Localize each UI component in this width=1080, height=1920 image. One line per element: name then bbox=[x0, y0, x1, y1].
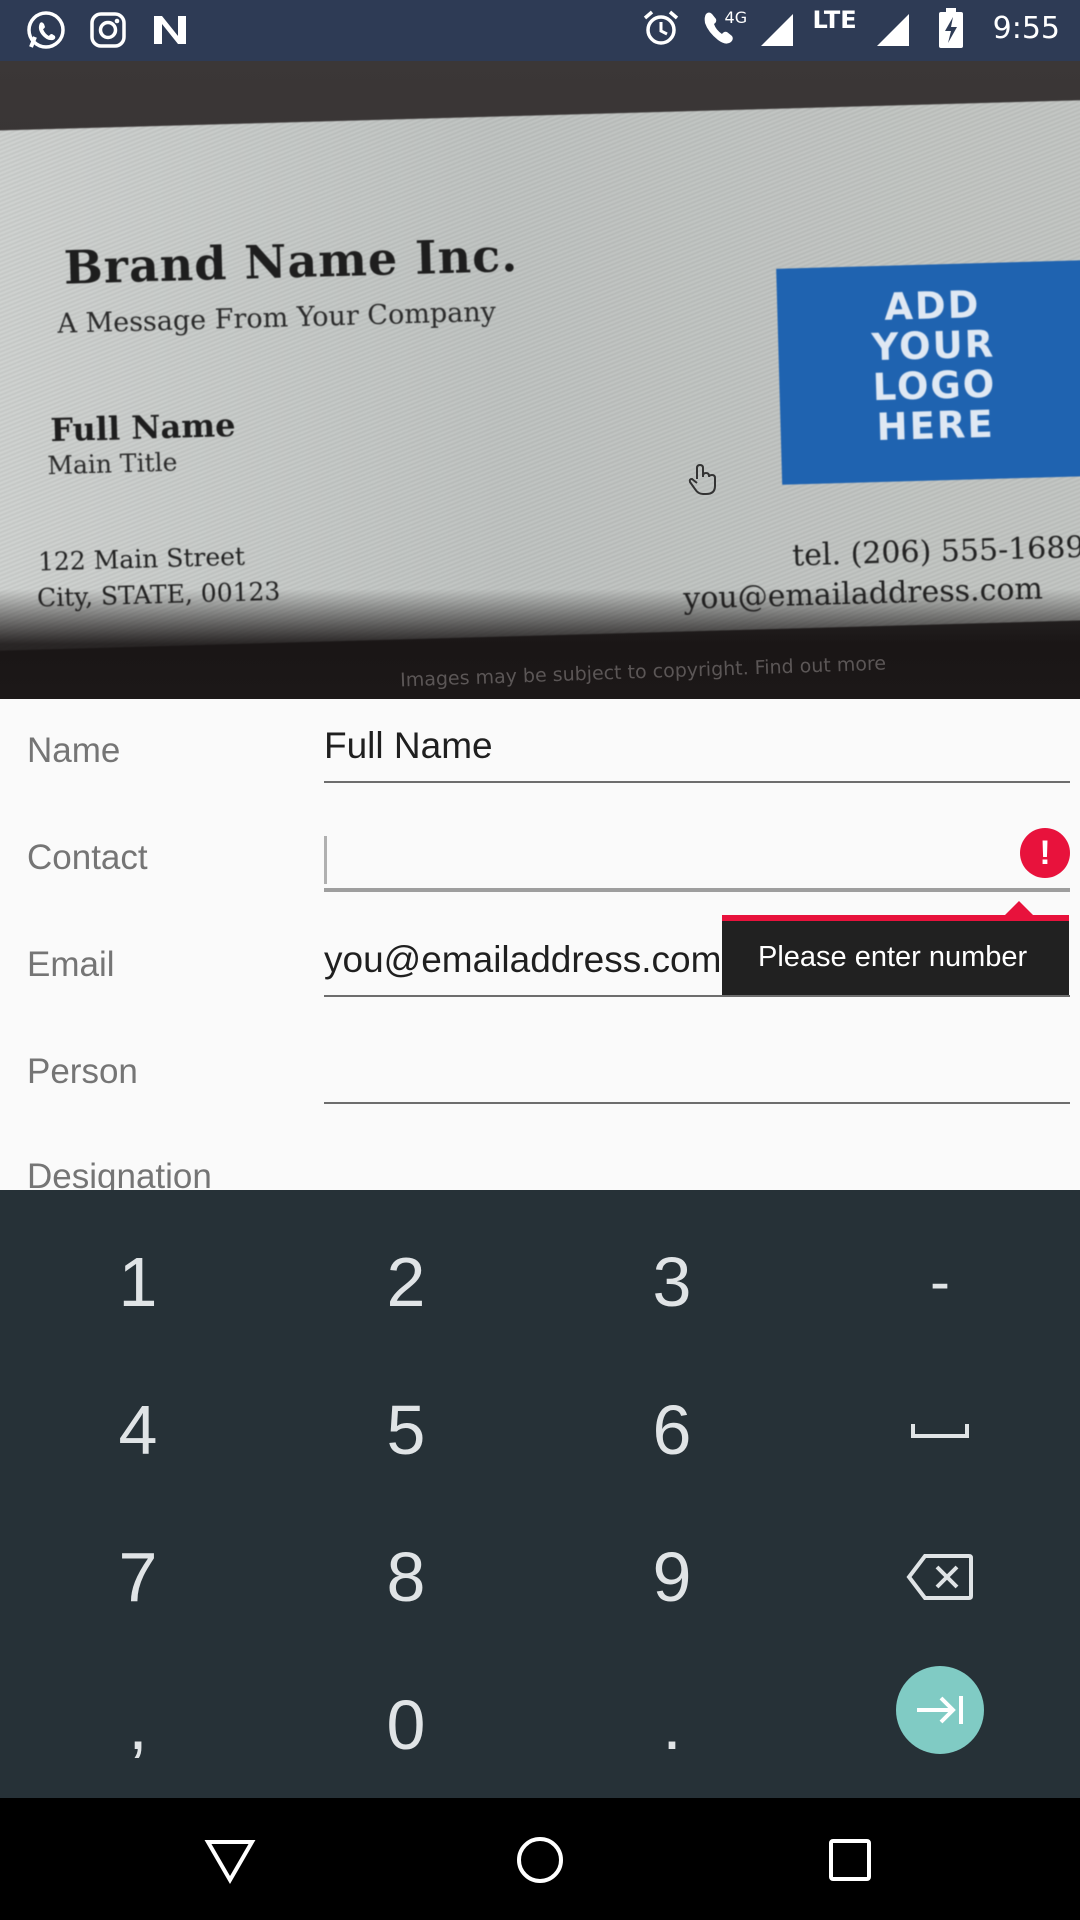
card-logo-placeholder: ADD YOUR LOGO HERE bbox=[776, 260, 1080, 485]
home-icon[interactable] bbox=[500, 1820, 580, 1900]
key-period[interactable]: . bbox=[572, 1660, 772, 1790]
key-4[interactable]: 4 bbox=[38, 1365, 238, 1495]
key-0[interactable]: 0 bbox=[306, 1660, 506, 1790]
key-minus[interactable]: - bbox=[840, 1217, 1040, 1347]
form-row-contact: Contact ! bbox=[0, 828, 1080, 928]
text-cursor bbox=[324, 836, 327, 884]
error-tooltip: Please enter number bbox=[722, 901, 1069, 995]
space-icon[interactable] bbox=[840, 1365, 1040, 1495]
business-card-photo: Brand Name Inc. A Message From Your Comp… bbox=[0, 61, 1080, 699]
error-message: Please enter number bbox=[758, 941, 1028, 973]
key-comma[interactable]: , bbox=[38, 1660, 238, 1790]
key-8[interactable]: 8 bbox=[306, 1512, 506, 1642]
designation-label: Designation bbox=[27, 1157, 212, 1190]
key-2[interactable]: 2 bbox=[306, 1217, 506, 1347]
next-icon[interactable] bbox=[896, 1666, 984, 1754]
form-row-name: Name Full Name bbox=[0, 721, 1080, 821]
key-5[interactable]: 5 bbox=[306, 1365, 506, 1495]
form-row-designation: Designation bbox=[0, 1149, 1080, 1190]
contact-label: Contact bbox=[27, 838, 148, 877]
name-field-value: Full Name bbox=[324, 725, 493, 766]
tooltip-arrow bbox=[1005, 901, 1033, 915]
key-9[interactable]: 9 bbox=[572, 1512, 772, 1642]
network-4g-label: 4G bbox=[724, 8, 748, 27]
card-main-title: Main Title bbox=[46, 447, 178, 481]
numeric-keyboard: 1 2 3 - 4 5 6 7 8 9 , 0 . bbox=[0, 1190, 1080, 1798]
signal-lte-icon bbox=[871, 6, 915, 50]
key-7[interactable]: 7 bbox=[38, 1512, 238, 1642]
error-icon: ! bbox=[1020, 828, 1070, 878]
whatsapp-icon bbox=[24, 8, 68, 52]
network-lte-label: LTE bbox=[812, 6, 857, 34]
form-row-person: Person bbox=[0, 1042, 1080, 1142]
contact-field[interactable]: ! bbox=[324, 828, 1070, 892]
signal-icon bbox=[755, 6, 799, 50]
key-3[interactable]: 3 bbox=[572, 1217, 772, 1347]
person-field[interactable] bbox=[324, 1042, 1070, 1104]
business-card: Brand Name Inc. A Message From Your Comp… bbox=[0, 98, 1080, 651]
logo-line: HERE bbox=[876, 402, 996, 450]
key-1[interactable]: 1 bbox=[38, 1217, 238, 1347]
hand-cursor-icon bbox=[688, 463, 718, 501]
recents-icon[interactable] bbox=[810, 1820, 890, 1900]
n-notification-icon bbox=[148, 8, 192, 52]
back-icon[interactable] bbox=[190, 1820, 270, 1900]
instagram-icon bbox=[86, 8, 130, 52]
card-full-name: Full Name bbox=[49, 405, 236, 450]
person-label: Person bbox=[27, 1052, 138, 1091]
navigation-bar bbox=[0, 1798, 1080, 1920]
clock-time: 9:55 bbox=[992, 10, 1060, 46]
status-bar: 4G LTE 9:55 bbox=[0, 0, 1080, 61]
email-label: Email bbox=[27, 945, 115, 984]
card-address-line1: 122 Main Street bbox=[37, 541, 246, 577]
call-4g-icon: 4G bbox=[697, 6, 747, 50]
key-6[interactable]: 6 bbox=[572, 1365, 772, 1495]
name-label: Name bbox=[27, 731, 121, 770]
battery-charging-icon bbox=[929, 6, 973, 50]
alarm-icon bbox=[639, 6, 683, 50]
email-field-value: you@emailaddress.com bbox=[324, 939, 722, 980]
backspace-icon[interactable] bbox=[840, 1512, 1040, 1642]
name-field[interactable]: Full Name bbox=[324, 721, 1070, 783]
